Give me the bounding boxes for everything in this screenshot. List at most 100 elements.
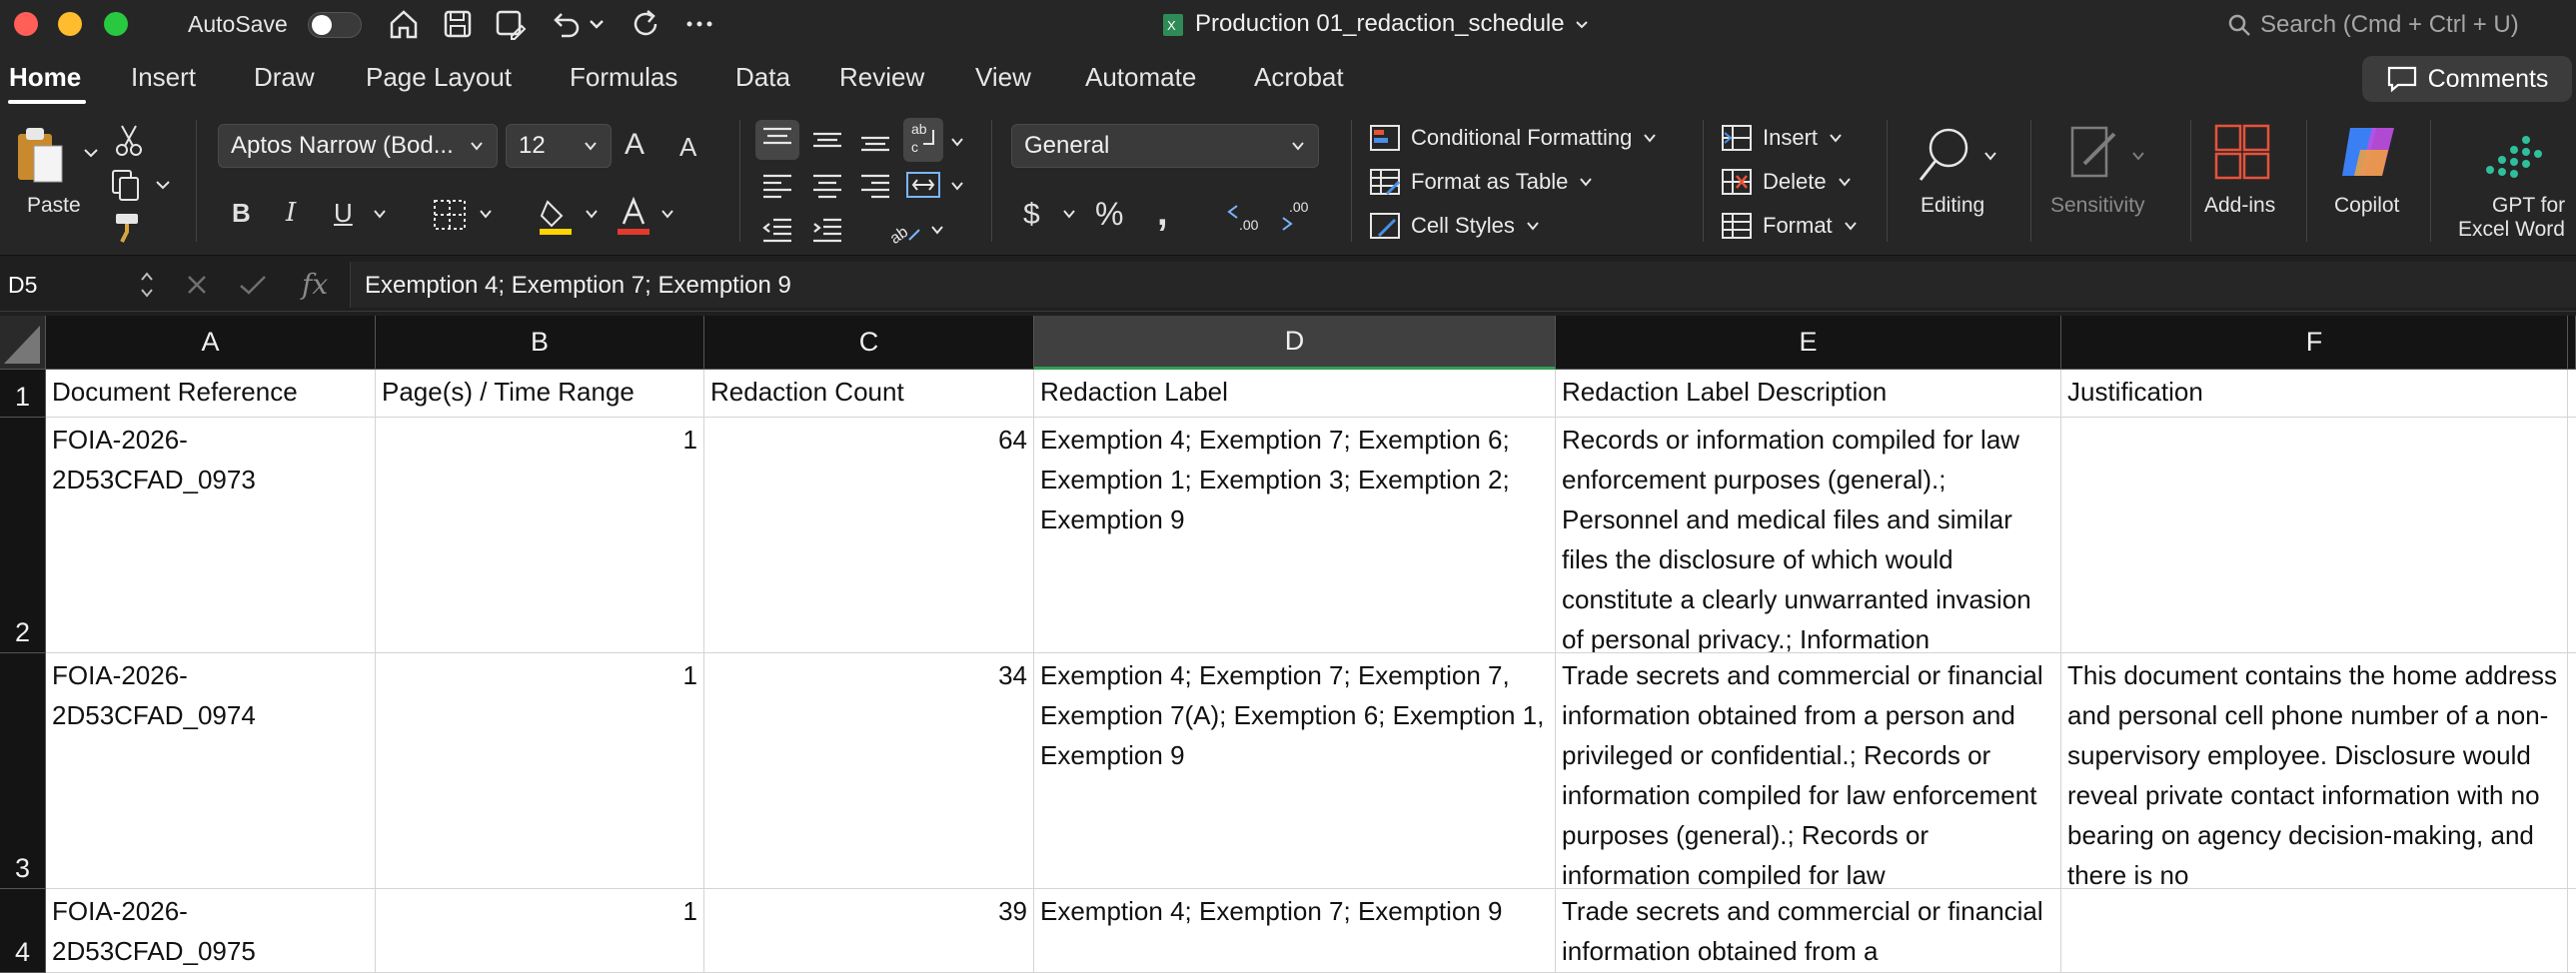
undo-chevron-down-icon[interactable] xyxy=(586,6,608,42)
column-header-c[interactable]: C xyxy=(704,316,1034,370)
tab-home[interactable]: Home xyxy=(9,62,81,93)
underline-chevron-down-icon[interactable] xyxy=(372,206,388,222)
merge-center-icon[interactable] xyxy=(905,170,941,200)
cell-e4[interactable]: Trade secrets and commercial or financia… xyxy=(1556,889,2061,973)
align-middle-icon[interactable] xyxy=(811,126,843,154)
row-header-2[interactable]: 2 xyxy=(0,418,46,653)
column-header-a[interactable]: A xyxy=(46,316,376,370)
row-header-4[interactable]: 4 xyxy=(0,889,46,973)
editing-search-icon[interactable] xyxy=(1915,124,1978,188)
cell-d3[interactable]: Exemption 4; Exemption 7; Exemption 7, E… xyxy=(1034,653,1556,889)
number-format-combo[interactable]: General xyxy=(1011,124,1319,168)
bold-button[interactable]: B xyxy=(232,198,251,229)
cell-c1[interactable]: Redaction Count xyxy=(704,370,1034,418)
save-as-icon[interactable] xyxy=(492,6,528,42)
copilot-icon[interactable] xyxy=(2336,122,2400,182)
increase-indent-icon[interactable] xyxy=(811,216,843,244)
row-header-3[interactable]: 3 xyxy=(0,653,46,889)
more-options-icon[interactable] xyxy=(681,6,717,42)
name-box[interactable]: D5 xyxy=(0,264,158,306)
confirm-entry-icon[interactable] xyxy=(238,272,268,298)
paste-chevron-down-icon[interactable] xyxy=(82,144,100,162)
wrap-text-chevron-down-icon[interactable] xyxy=(949,134,965,150)
cell-g4[interactable] xyxy=(2568,889,2576,973)
cell-d2[interactable]: Exemption 4; Exemption 7; Exemption 6; E… xyxy=(1034,418,1556,653)
comments-button[interactable]: Comments xyxy=(2362,56,2572,102)
editing-chevron-down-icon[interactable] xyxy=(1982,148,1998,164)
cell-d1[interactable]: Redaction Label xyxy=(1034,370,1556,418)
copy-chevron-down-icon[interactable] xyxy=(154,176,172,194)
undo-icon[interactable] xyxy=(548,6,584,42)
cell-b2[interactable]: 1 xyxy=(376,418,704,653)
formula-input[interactable]: Exemption 4; Exemption 7; Exemption 9 xyxy=(350,262,2576,308)
cell-g3[interactable] xyxy=(2568,653,2576,889)
decrease-indent-icon[interactable] xyxy=(761,216,793,244)
insert-cells-button[interactable]: Insert xyxy=(1721,124,1844,152)
borders-chevron-down-icon[interactable] xyxy=(478,206,494,222)
fill-color-icon[interactable] xyxy=(538,196,576,236)
italic-button[interactable]: I xyxy=(286,198,296,228)
select-all-corner[interactable] xyxy=(0,316,46,370)
comma-style-button[interactable]: , xyxy=(1157,192,1168,235)
cell-b4[interactable]: 1 xyxy=(376,889,704,973)
wrap-text-icon[interactable]: ab c xyxy=(907,120,941,158)
percent-button[interactable]: % xyxy=(1095,196,1123,233)
autosave-toggle[interactable] xyxy=(308,12,362,38)
cell-f3[interactable]: This document contains the home address … xyxy=(2061,653,2568,889)
decrease-decimal-icon[interactable]: .00 xyxy=(1279,198,1319,234)
cell-a3[interactable]: FOIA-2026-2D53CFAD_0974 xyxy=(46,653,376,889)
home-icon[interactable] xyxy=(386,6,422,42)
minimize-window-button[interactable] xyxy=(58,12,82,36)
increase-decimal-icon[interactable]: .00 xyxy=(1225,198,1265,234)
cell-e1[interactable]: Redaction Label Description xyxy=(1556,370,2061,418)
align-bottom-icon[interactable] xyxy=(859,126,891,154)
cell-c4[interactable]: 39 xyxy=(704,889,1034,973)
format-as-table-button[interactable]: Format as Table xyxy=(1369,168,1594,196)
cell-g2[interactable] xyxy=(2568,418,2576,653)
borders-icon[interactable] xyxy=(432,198,468,232)
cell-e2[interactable]: Records or information compiled for law … xyxy=(1556,418,2061,653)
save-icon[interactable] xyxy=(440,6,476,42)
currency-chevron-down-icon[interactable] xyxy=(1061,206,1077,222)
align-left-icon[interactable] xyxy=(761,172,793,200)
tab-review[interactable]: Review xyxy=(839,62,924,93)
merge-chevron-down-icon[interactable] xyxy=(949,178,965,194)
cell-g1[interactable] xyxy=(2568,370,2576,418)
gpt-for-excel-word-icon[interactable] xyxy=(2480,120,2544,184)
tab-view[interactable]: View xyxy=(975,62,1031,93)
search-box[interactable]: Search (Cmd + Ctrl + U) xyxy=(2226,11,2519,39)
cell-f1[interactable]: Justification xyxy=(2061,370,2568,418)
cell-c2[interactable]: 64 xyxy=(704,418,1034,653)
column-header-g[interactable] xyxy=(2568,316,2576,370)
document-title[interactable]: X Production 01_redaction_schedule xyxy=(1159,10,1591,38)
decrease-font-size-button[interactable]: A xyxy=(679,132,696,163)
cell-f4[interactable] xyxy=(2061,889,2568,973)
cell-c3[interactable]: 34 xyxy=(704,653,1034,889)
currency-button[interactable]: $ xyxy=(1023,198,1040,232)
font-size-combo[interactable]: 12 xyxy=(506,124,612,168)
orientation-chevron-down-icon[interactable] xyxy=(929,222,945,238)
font-color-icon[interactable] xyxy=(616,196,653,236)
align-top-icon[interactable] xyxy=(761,126,793,154)
cell-a4[interactable]: FOIA-2026-2D53CFAD_0975 xyxy=(46,889,376,973)
zoom-window-button[interactable] xyxy=(104,12,128,36)
name-box-stepper-icon[interactable] xyxy=(138,264,156,306)
fill-color-chevron-down-icon[interactable] xyxy=(584,206,600,222)
tab-page-layout[interactable]: Page Layout xyxy=(366,62,512,93)
cancel-entry-icon[interactable] xyxy=(184,272,210,298)
conditional-formatting-button[interactable]: Conditional Formatting xyxy=(1369,124,1658,152)
cut-icon[interactable] xyxy=(114,124,144,158)
row-header-1[interactable]: 1 xyxy=(0,370,46,418)
paste-icon[interactable] xyxy=(14,124,66,188)
underline-button[interactable]: U xyxy=(334,198,353,229)
tab-formulas[interactable]: Formulas xyxy=(570,62,677,93)
add-ins-icon[interactable] xyxy=(2212,120,2272,184)
tab-insert[interactable]: Insert xyxy=(131,62,196,93)
tab-automate[interactable]: Automate xyxy=(1085,62,1196,93)
redo-icon[interactable] xyxy=(628,6,663,42)
format-cells-button[interactable]: Format xyxy=(1721,212,1859,240)
column-header-e[interactable]: E xyxy=(1556,316,2061,370)
cell-styles-button[interactable]: Cell Styles xyxy=(1369,212,1541,240)
align-right-icon[interactable] xyxy=(859,172,891,200)
orientation-icon[interactable]: ab xyxy=(887,212,923,246)
